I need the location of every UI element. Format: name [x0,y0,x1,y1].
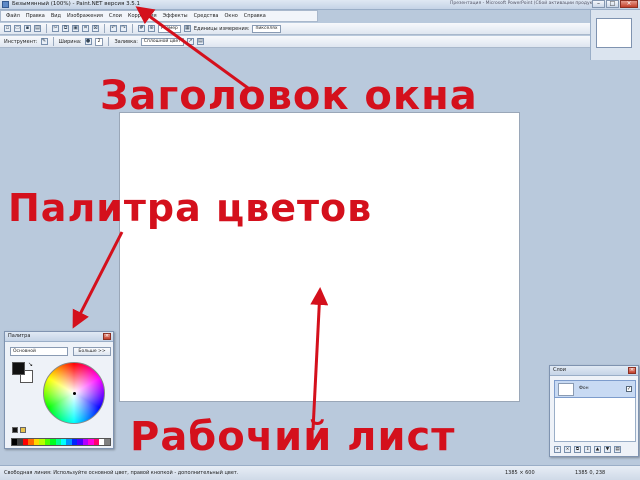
menu-view[interactable]: Вид [48,13,64,19]
image-thumbnail-panel [590,10,640,60]
zoom-select[interactable]: Размер [158,24,181,33]
paste-icon[interactable]: ▣ [72,25,79,32]
toolbar-separator [46,24,47,33]
menu-layers[interactable]: Слои [106,13,125,19]
units-select[interactable]: пикселях [252,24,281,33]
palette-menu-icon[interactable] [20,427,26,433]
primary-color-swatch[interactable] [12,362,25,375]
toolbar-separator [52,37,54,46]
layers-window-title: Слои [553,367,566,373]
minimize-button[interactable]: – [592,0,605,8]
layer-properties-icon[interactable]: ▤ [614,446,621,453]
menu-utilities[interactable]: Средства [191,13,222,19]
palette-mode-select[interactable]: Основной [10,347,68,356]
menu-adjustments[interactable]: Коррекция [125,13,160,19]
cut-icon[interactable]: ✂ [52,25,59,32]
menu-window[interactable]: Окно [221,13,240,19]
crop-icon[interactable]: ⌗ [82,25,89,32]
open-file-icon[interactable]: ▭ [14,25,21,32]
merge-layer-icon[interactable]: ⇓ [584,446,591,453]
drawing-canvas[interactable] [119,112,520,402]
toolbar-separator [108,37,110,46]
pencil-tool-icon[interactable]: ✎ [40,38,48,45]
menu-edit[interactable]: Правка [23,13,48,19]
maximize-button[interactable]: □ [606,0,619,8]
toolbar-separator [104,24,105,33]
close-button[interactable]: × [620,0,638,8]
status-hint: Свободная линия: Используйте основной цв… [4,470,239,476]
status-bar: Свободная линия: Используйте основной цв… [0,465,640,480]
menu-file[interactable]: Файл [3,13,23,19]
layer-row[interactable]: Фон ✓ [554,380,636,398]
rulers-icon[interactable]: ▦ [183,25,191,32]
palette-swatch[interactable] [104,439,110,445]
add-layer-icon[interactable]: + [554,446,561,453]
fill-select[interactable]: Сплошной цвет [140,37,184,46]
palette-arrow [72,231,124,329]
blend-mode-icon[interactable]: ▤ [196,38,204,45]
fill-label: Заливка: [114,38,138,45]
layer-thumbnail [558,383,574,396]
width-label: Ширина: [58,38,82,45]
reset-colors-icon[interactable] [12,427,18,433]
delete-layer-icon[interactable]: × [564,446,571,453]
new-file-icon[interactable]: ▫ [4,25,11,32]
window-title: Безымянный (100%) - Paint.NET версия 3.5… [12,1,141,7]
app-icon [2,1,9,8]
save-icon[interactable]: ▪ [24,25,31,32]
title-bar: Безымянный (100%) - Paint.NET версия 3.5… [0,0,640,10]
antialias-icon[interactable]: ↗ [186,38,194,45]
annotation-window-title: Заголовок окна [100,73,478,119]
grid-icon[interactable]: # [138,25,145,32]
tool-options-toolbar: Инструмент: ✎ Ширина: ● 2 Заливка: Сплош… [0,36,590,48]
undo-icon[interactable]: ↶ [110,25,117,32]
palette-close-button[interactable]: × [103,333,111,340]
palette-more-button[interactable]: Больше >> [73,347,111,356]
palette-small-tools [12,427,32,435]
print-icon[interactable]: ▤ [34,25,41,32]
menu-help[interactable]: Справка [241,13,269,19]
tool-label: Инструмент: [4,38,38,45]
zoom-icon[interactable]: ⊕ [148,25,155,32]
color-wheel-marker [73,392,76,395]
units-label: Единицы измерения: [193,25,250,32]
menu-effects[interactable]: Эффекты [160,13,191,19]
layer-name: Фон [579,386,589,391]
palette-window: Палитра × Основной Больше >> ↘ [4,331,114,449]
layers-window: Слои × Фон ✓ + × ⧉ ⇓ ▲ ▼ ▤ [549,365,639,457]
image-tab-thumbnail[interactable] [596,18,632,48]
status-cursor-position: 1385 0, 238 [575,470,606,476]
palette-swatch-row [11,438,111,446]
background-window-title: Презентация - Microsoft PowerPoint (Сбой… [450,1,600,6]
redo-icon[interactable]: ↷ [120,25,127,32]
status-image-size: 1385 × 600 [505,470,535,476]
brush-width-icon: ● [84,38,92,45]
layers-close-button[interactable]: × [628,367,636,374]
move-layer-up-icon[interactable]: ▲ [594,446,601,453]
toolbar-separator [132,24,133,33]
palette-window-title: Палитра [8,333,31,339]
menu-bar: Файл Правка Вид Изображения Слои Коррекц… [0,10,318,22]
copy-icon[interactable]: ⧉ [62,25,69,32]
layer-tools: + × ⧉ ⇓ ▲ ▼ ▤ [554,446,621,453]
swap-colors-icon[interactable]: ↘ [28,361,33,368]
palette-window-header[interactable]: Палитра × [5,332,113,342]
deselect-icon[interactable]: ⊠ [92,25,99,32]
layer-visibility-checkbox[interactable]: ✓ [626,386,632,392]
duplicate-layer-icon[interactable]: ⧉ [574,446,581,453]
width-select[interactable]: 2 [94,37,104,46]
move-layer-down-icon[interactable]: ▼ [604,446,611,453]
menu-image[interactable]: Изображения [64,13,106,19]
annotation-work-sheet: Рабочий лист [130,414,456,460]
layers-window-header[interactable]: Слои × [550,366,638,376]
main-toolbar: ▫ ▭ ▪ ▤ ✂ ⧉ ▣ ⌗ ⊠ ↶ ↷ # ⊕ Размер ▦ Едини… [0,23,590,35]
annotation-color-palette: Палитра цветов [8,186,373,230]
